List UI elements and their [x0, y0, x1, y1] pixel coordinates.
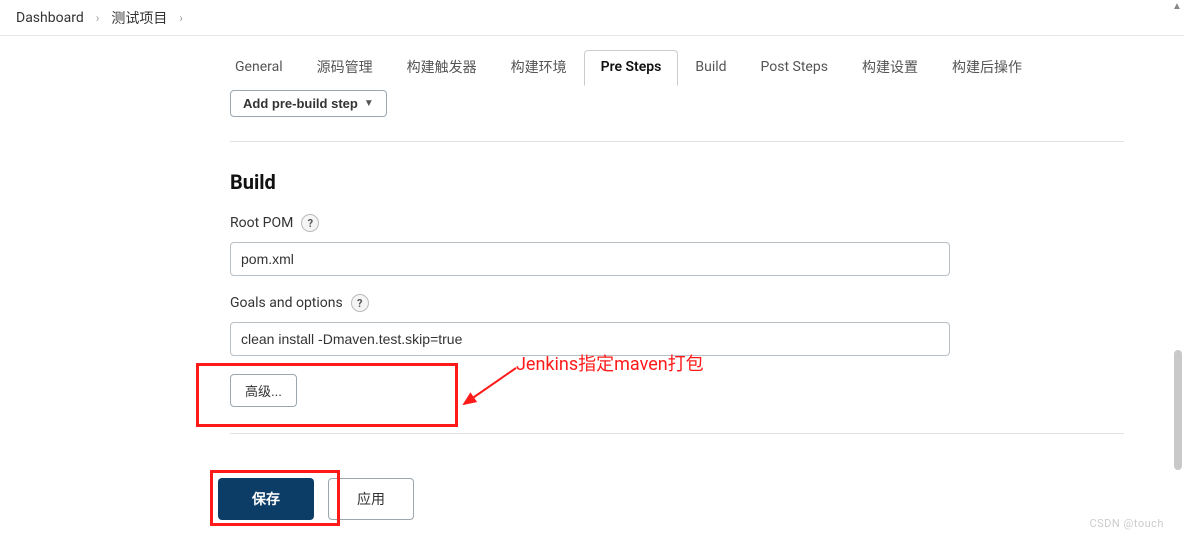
breadcrumb-item-dashboard[interactable]: Dashboard [16, 10, 84, 26]
build-section-title: Build [230, 170, 1136, 194]
tab-post-build[interactable]: 构建后操作 [935, 48, 1039, 88]
tab-pre-steps[interactable]: Pre Steps [584, 50, 679, 86]
apply-button[interactable]: 应用 [328, 478, 414, 520]
tab-post-steps[interactable]: Post Steps [744, 50, 845, 86]
breadcrumb: Dashboard › 测试项目 › [0, 0, 1184, 36]
goals-label: Goals and options [230, 295, 343, 311]
tab-build[interactable]: Build [678, 50, 743, 86]
scrollbar-thumb[interactable] [1174, 350, 1182, 470]
root-pom-label: Root POM [230, 215, 293, 231]
breadcrumb-item-project[interactable]: 测试项目 [111, 8, 167, 28]
root-pom-input[interactable] [230, 242, 950, 276]
help-icon[interactable]: ? [351, 294, 369, 312]
watermark-text: CSDN @touch [1089, 517, 1164, 530]
save-button[interactable]: 保存 [218, 478, 314, 520]
tab-general[interactable]: General [218, 50, 300, 86]
section-divider [230, 141, 1124, 142]
add-step-label: Add pre-build step [243, 96, 358, 111]
advanced-button[interactable]: 高级... [230, 374, 297, 407]
caret-down-icon: ▼ [364, 98, 374, 109]
add-pre-build-step-button[interactable]: Add pre-build step ▼ [230, 90, 387, 117]
tab-scm[interactable]: 源码管理 [300, 48, 390, 88]
annotation-arrow-icon [458, 364, 528, 414]
root-pom-field: Root POM ? [230, 214, 1124, 276]
goals-field: Goals and options ? [230, 294, 1124, 356]
tab-build-settings[interactable]: 构建设置 [845, 48, 935, 88]
tab-triggers[interactable]: 构建触发器 [390, 48, 494, 88]
goals-input[interactable] [230, 322, 950, 356]
footer-actions: 保存 应用 [190, 462, 1164, 534]
chevron-right-icon: › [179, 11, 183, 25]
chevron-right-icon: › [96, 11, 100, 25]
main-panel: General 源码管理 构建触发器 构建环境 Pre Steps Build … [190, 36, 1164, 534]
section-divider [230, 433, 1124, 434]
scroll-up-icon[interactable]: ▲ [1172, 2, 1182, 12]
help-icon[interactable]: ? [301, 214, 319, 232]
tab-build-env[interactable]: 构建环境 [494, 48, 584, 88]
config-tabs: General 源码管理 构建触发器 构建环境 Pre Steps Build … [190, 36, 1164, 88]
